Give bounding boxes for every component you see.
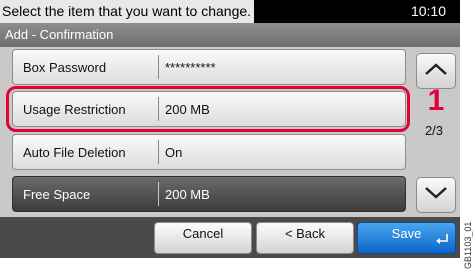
screen-title: Add - Confirmation bbox=[0, 23, 460, 47]
save-label: Save bbox=[391, 226, 422, 241]
row-free-space: Free Space 200 MB bbox=[12, 176, 406, 212]
instruction-message: Select the item that you want to change. bbox=[0, 0, 254, 23]
row-box-password[interactable]: Box Password ********** bbox=[12, 49, 406, 85]
figure-code-text: GB1103_01 bbox=[463, 222, 473, 269]
back-button[interactable]: < Back bbox=[256, 222, 354, 254]
row-label: Box Password bbox=[23, 59, 107, 75]
panel-screen: Select the item that you want to change.… bbox=[0, 0, 460, 258]
row-value: 200 MB bbox=[165, 186, 210, 202]
cancel-button[interactable]: Cancel bbox=[154, 222, 252, 254]
chevron-down-icon bbox=[424, 186, 448, 205]
row-label: Free Space bbox=[23, 186, 91, 202]
figure-code: GB1103_01 bbox=[463, 222, 473, 269]
scroll-down-button[interactable] bbox=[416, 177, 456, 213]
row-value: ********** bbox=[165, 59, 216, 75]
scroll-up-button[interactable] bbox=[416, 53, 456, 89]
step-number: 1 bbox=[427, 84, 445, 117]
enter-arrow-icon bbox=[435, 231, 449, 250]
row-label: Auto File Deletion bbox=[23, 144, 126, 160]
row-auto-file-deletion[interactable]: Auto File Deletion On bbox=[12, 134, 406, 170]
chevron-up-icon bbox=[424, 62, 448, 81]
page-indicator: 2/3 bbox=[424, 123, 444, 138]
row-value: On bbox=[165, 144, 183, 160]
save-button[interactable]: Save bbox=[357, 222, 456, 254]
selection-highlight bbox=[6, 86, 410, 132]
clock: 10:10 bbox=[410, 3, 446, 19]
top-bar: Select the item that you want to change.… bbox=[0, 0, 460, 23]
